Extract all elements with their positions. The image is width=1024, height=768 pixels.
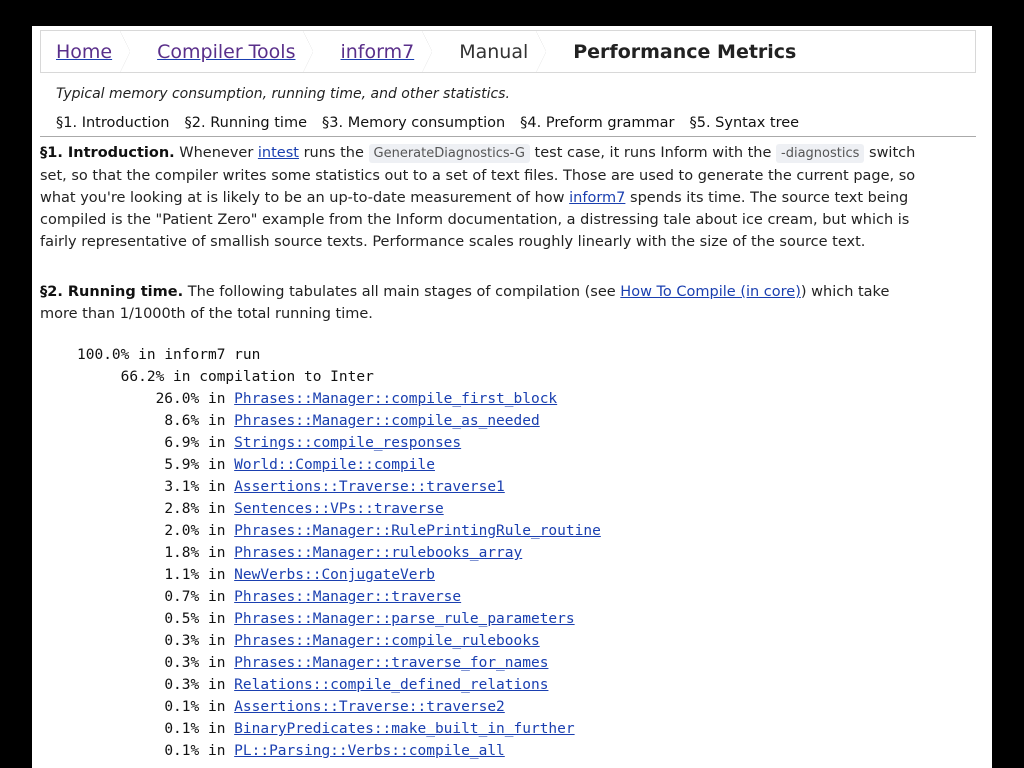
switch-code: -diagnostics: [776, 144, 865, 163]
function-link[interactable]: Phrases::Manager::compile_first_block: [234, 391, 557, 407]
function-link[interactable]: World::Compile::compile: [234, 457, 435, 473]
timing-row: 0.3% in Phrases::Manager::compile_rulebo…: [164, 633, 540, 649]
breadcrumb-current-page: Performance Metrics: [573, 40, 797, 63]
function-link[interactable]: Phrases::Manager::parse_rule_parameters: [234, 611, 574, 627]
toc-syntax-tree[interactable]: §5. Syntax tree: [689, 115, 799, 131]
function-link[interactable]: PL::Parsing::Verbs::compile_all: [234, 743, 505, 759]
toc-preform-grammar[interactable]: §4. Preform grammar: [520, 115, 674, 131]
function-link[interactable]: Sentences::VPs::traverse: [234, 501, 444, 517]
section-heading: §1. Introduction.: [40, 145, 175, 161]
timing-percent: 100.0%: [77, 347, 130, 363]
breadcrumb-inform7[interactable]: inform7: [325, 31, 433, 72]
timing-row: 1.8% in Phrases::Manager::rulebooks_arra…: [164, 545, 523, 561]
timing-row: 66.2% in compilation to Inter: [77, 366, 601, 388]
breadcrumb-home[interactable]: Home: [41, 31, 131, 72]
page: Home Compiler Tools inform7 Manual Perfo…: [32, 26, 992, 768]
function-link[interactable]: NewVerbs::ConjugateVerb: [234, 567, 435, 583]
timing-row: 0.3% in Relations::compile_defined_relat…: [164, 677, 549, 693]
timing-percent: 26.0%: [155, 391, 200, 407]
function-link[interactable]: Phrases::Manager::traverse: [234, 589, 461, 605]
timing-percent: 0.3%: [164, 633, 200, 649]
timing-table: 100.0% in inform7 run 66.2% in compilati…: [77, 344, 601, 762]
timing-percent: 66.2%: [120, 369, 165, 385]
timing-percent: 8.6%: [164, 413, 200, 429]
divider: [40, 136, 976, 137]
timing-row: 100.0% in inform7 run: [77, 344, 601, 366]
timing-percent: 2.8%: [164, 501, 200, 517]
timing-row: 0.1% in BinaryPredicates::make_built_in_…: [164, 721, 575, 737]
breadcrumb-manual[interactable]: Manual: [444, 31, 547, 72]
function-link[interactable]: Assertions::Traverse::traverse2: [234, 699, 505, 715]
function-link[interactable]: Phrases::Manager::compile_rulebooks: [234, 633, 540, 649]
section-toc: §1. Introduction §2. Running time §3. Me…: [56, 115, 799, 131]
timing-percent: 6.9%: [164, 435, 200, 451]
function-link[interactable]: Phrases::Manager::RulePrintingRule_routi…: [234, 523, 601, 539]
timing-row: 1.1% in NewVerbs::ConjugateVerb: [164, 567, 435, 583]
toc-introduction[interactable]: §1. Introduction: [56, 115, 170, 131]
how-to-compile-link[interactable]: How To Compile (in core): [620, 284, 801, 300]
timing-label: in compilation to Inter: [173, 369, 374, 385]
timing-percent: 2.0%: [164, 523, 200, 539]
timing-row: 26.0% in Phrases::Manager::compile_first…: [155, 391, 558, 407]
function-link[interactable]: Relations::compile_defined_relations: [234, 677, 548, 693]
toc-running-time[interactable]: §2. Running time: [185, 115, 307, 131]
timing-percent: 0.3%: [164, 677, 200, 693]
section-introduction: §1. Introduction. Whenever intest runs t…: [40, 144, 916, 250]
timing-row: 0.5% in Phrases::Manager::parse_rule_par…: [164, 611, 575, 627]
timing-row: 0.7% in Phrases::Manager::traverse: [164, 589, 462, 605]
toc-memory-consumption[interactable]: §3. Memory consumption: [322, 115, 505, 131]
page-purpose: Typical memory consumption, running time…: [56, 86, 510, 102]
intest-link[interactable]: intest: [258, 145, 299, 161]
timing-percent: 1.8%: [164, 545, 200, 561]
timing-label: in inform7 run: [138, 347, 261, 363]
timing-percent: 0.1%: [164, 743, 200, 759]
function-link[interactable]: Assertions::Traverse::traverse1: [234, 479, 505, 495]
timing-percent: 0.1%: [164, 699, 200, 715]
function-link[interactable]: Phrases::Manager::traverse_for_names: [234, 655, 548, 671]
timing-percent: 0.3%: [164, 655, 200, 671]
timing-row: 0.1% in Assertions::Traverse::traverse2: [164, 699, 505, 715]
timing-percent: 0.7%: [164, 589, 200, 605]
timing-row: 2.8% in Sentences::VPs::traverse: [164, 501, 444, 517]
function-link[interactable]: Phrases::Manager::compile_as_needed: [234, 413, 540, 429]
timing-percent: 5.9%: [164, 457, 200, 473]
timing-row: 0.1% in PL::Parsing::Verbs::compile_all: [164, 743, 505, 759]
function-link[interactable]: Phrases::Manager::rulebooks_array: [234, 545, 522, 561]
breadcrumb-compiler-tools[interactable]: Compiler Tools: [142, 31, 314, 72]
timing-row: 3.1% in Assertions::Traverse::traverse1: [164, 479, 505, 495]
timing-row: 6.9% in Strings::compile_responses: [164, 435, 462, 451]
function-link[interactable]: BinaryPredicates::make_built_in_further: [234, 721, 574, 737]
inform7-link[interactable]: inform7: [569, 190, 625, 206]
test-case-code: GenerateDiagnostics-G: [368, 144, 530, 163]
section-heading: §2. Running time.: [40, 284, 184, 300]
breadcrumb: Home Compiler Tools inform7 Manual Perfo…: [40, 30, 976, 73]
timing-percent: 0.1%: [164, 721, 200, 737]
timing-row: 0.3% in Phrases::Manager::traverse_for_n…: [164, 655, 549, 671]
timing-percent: 3.1%: [164, 479, 200, 495]
section-running-time: §2. Running time. The following tabulate…: [40, 284, 890, 322]
timing-percent: 1.1%: [164, 567, 200, 583]
timing-row: 8.6% in Phrases::Manager::compile_as_nee…: [164, 413, 540, 429]
timing-row: 2.0% in Phrases::Manager::RulePrintingRu…: [164, 523, 601, 539]
timing-percent: 0.5%: [164, 611, 200, 627]
timing-row: 5.9% in World::Compile::compile: [164, 457, 435, 473]
function-link[interactable]: Strings::compile_responses: [234, 435, 461, 451]
